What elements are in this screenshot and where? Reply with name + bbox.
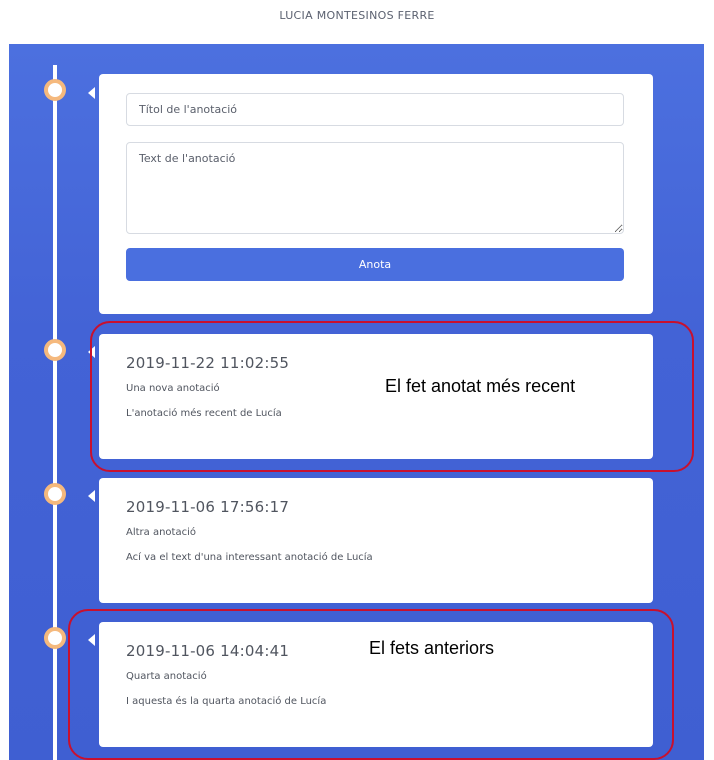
annotate-button[interactable]: Anota: [126, 248, 624, 281]
timeline-dot: [44, 79, 66, 101]
user-name-header: LUCIA MONTESINOS FERRE: [279, 9, 435, 22]
annotation-text: Ací va el text d'una interessant anotaci…: [126, 552, 373, 563]
previous-annotation-label: El fets anteriors: [369, 638, 495, 658]
new-annotation-form: Anota: [99, 74, 653, 314]
timeline-dot: [44, 627, 66, 649]
timeline-dot: [44, 483, 66, 505]
annotation-text-input[interactable]: [126, 142, 624, 234]
recent-annotation-label: El fet anotat més recent: [385, 376, 576, 396]
card-pointer-icon: [88, 490, 95, 502]
annotation-title: Altra anotació: [126, 527, 196, 538]
card-pointer-icon: [88, 87, 95, 99]
timeline-dot: [44, 339, 66, 361]
annotation-card: 2019-11-06 17:56:17 Altra anotació Ací v…: [99, 478, 653, 603]
page: LUCIA MONTESINOS FERRE Anota 2019-11-22 …: [0, 0, 714, 760]
annotation-date: 2019-11-06 17:56:17: [126, 498, 290, 516]
timeline-line: [53, 65, 57, 760]
previous-highlight-box: [68, 609, 674, 760]
annotation-title-input[interactable]: [126, 93, 624, 126]
